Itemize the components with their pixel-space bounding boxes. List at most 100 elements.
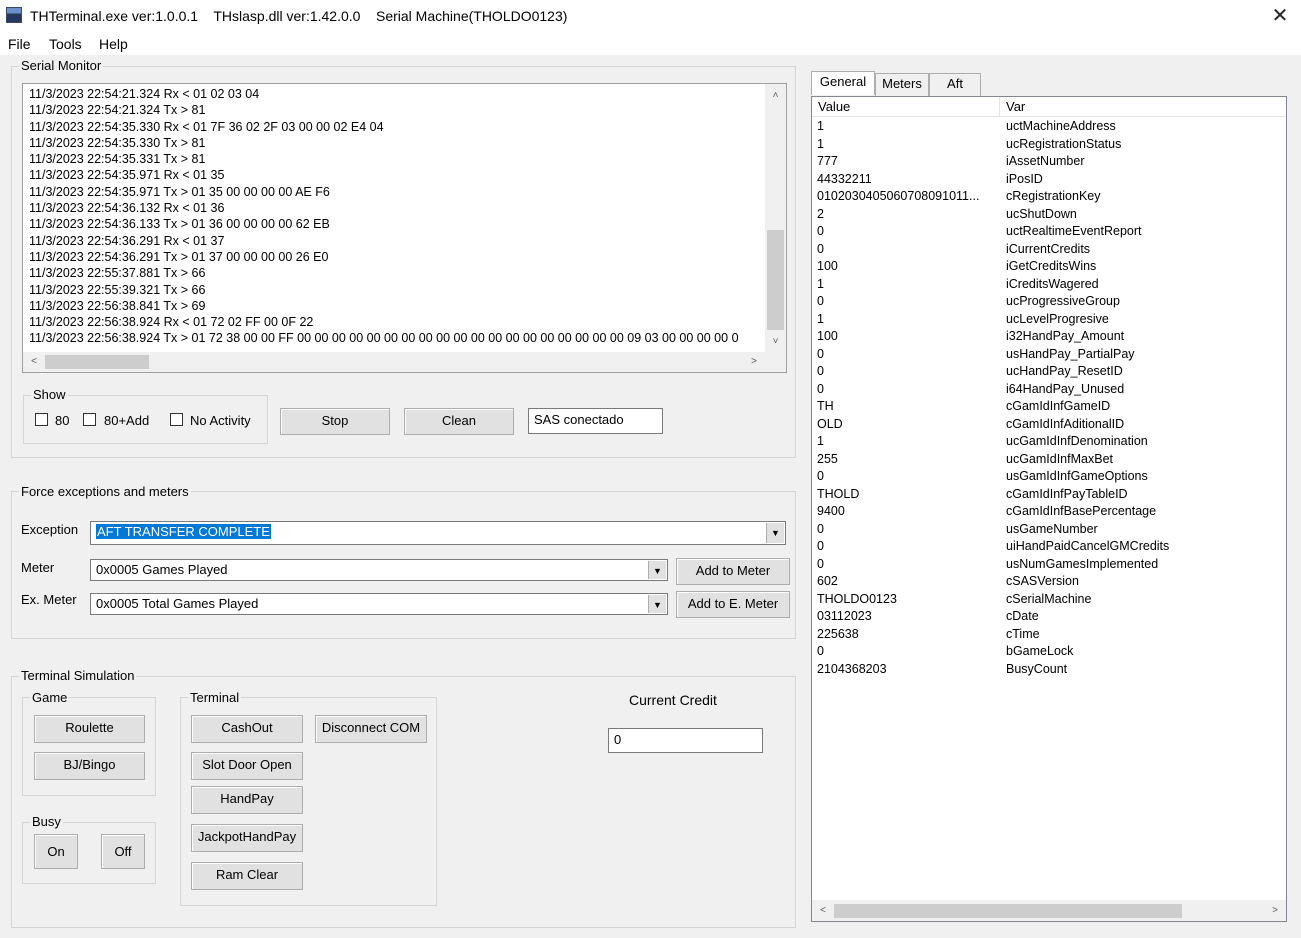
list-item[interactable]: 777 iAssetNumber — [812, 153, 1286, 171]
chevron-down-icon[interactable]: ▼ — [648, 595, 666, 613]
list-item-value: 9400 — [817, 504, 845, 518]
meter-select[interactable]: 0x0005 Games Played ▼ — [90, 559, 668, 581]
exception-select[interactable]: AFT TRANSFER COMPLETE ▼ — [90, 521, 786, 545]
ram-clear-button[interactable]: Ram Clear — [191, 862, 303, 890]
scroll-left-icon[interactable]: < — [27, 354, 41, 370]
list-item-var: ucRegistrationStatus — [1006, 136, 1122, 151]
exception-value: AFT TRANSFER COMPLETE — [96, 524, 271, 539]
chevron-down-icon[interactable]: ▼ — [648, 561, 666, 579]
list-item[interactable]: 2104368203 BusyCount — [812, 661, 1286, 679]
menu-help[interactable]: Help — [99, 36, 128, 52]
list-hscroll-thumb[interactable] — [834, 904, 1182, 918]
game-label: Game — [30, 690, 70, 705]
list-item[interactable]: 0102030405060708091011... cRegistrationKe… — [812, 188, 1286, 206]
list-item[interactable]: 1 ucRegistrationStatus — [812, 136, 1286, 154]
menu-file[interactable]: File — [8, 36, 31, 52]
cashout-button[interactable]: CashOut — [191, 715, 303, 743]
list-item-value: 1 — [817, 119, 824, 133]
scroll-right-icon[interactable]: > — [747, 354, 761, 370]
close-icon[interactable]: ✕ — [1266, 4, 1294, 28]
list-item[interactable]: 0 usGameNumber — [812, 521, 1286, 539]
list-item[interactable]: OLD cGamIdInfAditionalID — [812, 416, 1286, 434]
slot-door-open-button[interactable]: Slot Door Open — [191, 752, 303, 780]
list-item-var: usGameNumber — [1006, 521, 1098, 536]
list-item[interactable]: THOLD cGamIdInfPayTableID — [812, 486, 1286, 504]
log-line: 11/3/2023 22:56:38.924 Rx < 01 72 02 FF … — [29, 315, 314, 330]
list-item[interactable]: 0 usHandPay_PartialPay — [812, 346, 1286, 364]
list-item-var: cGamIdInfBasePercentage — [1006, 504, 1157, 518]
variables-list[interactable]: Value Var 1 uctMachineAddress 1 ucRegistrat… — [811, 96, 1287, 922]
handpay-button[interactable]: HandPay — [191, 786, 303, 814]
list-item[interactable]: 2 ucShutDown — [812, 206, 1286, 224]
list-item[interactable]: 0 usNumGamesImplemented — [812, 556, 1286, 574]
list-item[interactable]: 9400 cGamIdInfBasePercentage — [812, 503, 1286, 521]
list-item[interactable]: 03112023 cDate — [812, 608, 1286, 626]
clean-button[interactable]: Clean — [404, 408, 514, 435]
scroll-up-icon[interactable]: ˄ — [767, 88, 784, 104]
list-item[interactable]: 1 ucLevelProgresive — [812, 311, 1286, 329]
log-vertical-scrollbar[interactable]: ˄ ˅ — [765, 84, 786, 354]
tab-meters[interactable]: Meters — [875, 73, 929, 96]
list-item[interactable]: 602 cSASVersion — [812, 573, 1286, 591]
menu-tools[interactable]: Tools — [49, 36, 82, 52]
list-item[interactable]: 0 bGameLock — [812, 643, 1286, 661]
list-item[interactable]: 0 iCurrentCredits — [812, 241, 1286, 259]
list-item[interactable]: 1 iCreditsWagered — [812, 276, 1286, 294]
list-item[interactable]: TH cGamIdInfGameID — [812, 398, 1286, 416]
col-var-header[interactable]: Var — [1000, 97, 1286, 117]
exmeter-select[interactable]: 0x0005 Total Games Played ▼ — [90, 593, 668, 615]
list-item-value: 0 — [817, 469, 824, 483]
exmeter-value: 0x0005 Total Games Played — [96, 596, 259, 611]
list-item[interactable]: 225638 cTime — [812, 626, 1286, 644]
disconnect-com-button[interactable]: Disconnect COM — [315, 715, 427, 743]
checkbox-80-add[interactable] — [83, 413, 96, 426]
col-value-header[interactable]: Value — [812, 97, 1000, 117]
bjbingo-button[interactable]: BJ/Bingo — [34, 752, 145, 780]
tab-general[interactable]: General — [811, 71, 875, 95]
add-to-emeter-button[interactable]: Add to E. Meter — [676, 591, 790, 618]
busy-on-button[interactable]: On — [34, 834, 78, 869]
list-item-value: 0 — [817, 521, 824, 536]
list-item[interactable]: 44332211 iPosID — [812, 171, 1286, 189]
status-field[interactable]: SAS conectado — [528, 408, 663, 434]
list-item[interactable]: 0 i64HandPay_Unused — [812, 381, 1286, 399]
list-item[interactable]: 0 ucProgressiveGroup — [812, 293, 1286, 311]
busy-off-button[interactable]: Off — [101, 834, 145, 869]
list-item[interactable]: 255 ucGamIdInfMaxBet — [812, 451, 1286, 469]
list-item-value: 225638 — [817, 626, 859, 641]
scroll-left-icon[interactable]: < — [816, 903, 830, 919]
log-horizontal-scrollbar[interactable]: < > — [23, 352, 786, 372]
list-item[interactable]: 1 ucGamIdInfDenomination — [812, 433, 1286, 451]
log-line: 11/3/2023 22:55:39.321 Tx > 66 — [29, 282, 206, 297]
roulette-button[interactable]: Roulette — [34, 715, 145, 743]
log-lines: 11/3/2023 22:54:21.324 Rx < 01 02 03 04 1… — [29, 86, 764, 348]
list-item[interactable]: THOLDO0123 cSerialMachine — [812, 591, 1286, 609]
checkbox-no-activity[interactable] — [170, 413, 183, 426]
tab-aft[interactable]: Aft — [929, 73, 981, 96]
list-item-value: 0 — [817, 224, 824, 238]
list-item[interactable]: 0 uctRealtimeEventReport — [812, 223, 1286, 241]
chevron-down-icon[interactable]: ▼ — [766, 523, 784, 543]
serial-log[interactable]: 11/3/2023 22:54:21.324 Rx < 01 02 03 04 1… — [22, 83, 787, 373]
log-vscroll-thumb[interactable] — [767, 230, 784, 330]
stop-button[interactable]: Stop — [280, 408, 390, 435]
list-item[interactable]: 1 uctMachineAddress — [812, 118, 1286, 136]
list-item-var: iGetCreditsWins — [1006, 259, 1097, 273]
log-hscroll-thumb[interactable] — [45, 355, 149, 369]
list-item[interactable]: 0 uiHandPaidCancelGMCredits — [812, 538, 1286, 556]
list-item-var: ucGamIdInfDenomination — [1006, 434, 1148, 448]
current-credit-field[interactable]: 0 — [608, 728, 763, 753]
list-item[interactable]: 100 iGetCreditsWins — [812, 258, 1286, 276]
add-to-meter-button[interactable]: Add to Meter — [676, 558, 790, 585]
list-item[interactable]: 0 ucHandPay_ResetID — [812, 363, 1286, 381]
scroll-right-icon[interactable]: > — [1268, 903, 1282, 919]
log-line: 11/3/2023 22:54:21.324 Rx < 01 02 03 04 — [29, 87, 260, 101]
list-item-var: uctRealtimeEventReport — [1006, 224, 1142, 238]
jackpot-handpay-button[interactable]: JackpotHandPay — [191, 824, 303, 852]
list-item[interactable]: 100 i32HandPay_Amount — [812, 328, 1286, 346]
checkbox-80[interactable] — [35, 413, 48, 426]
list-item[interactable]: 0 usGamIdInfGameOptions — [812, 468, 1286, 486]
scroll-down-icon[interactable]: ˅ — [767, 334, 784, 350]
list-item-var: cGamIdInfAditionalID — [1006, 416, 1125, 431]
list-horizontal-scrollbar[interactable]: < > — [812, 900, 1286, 921]
